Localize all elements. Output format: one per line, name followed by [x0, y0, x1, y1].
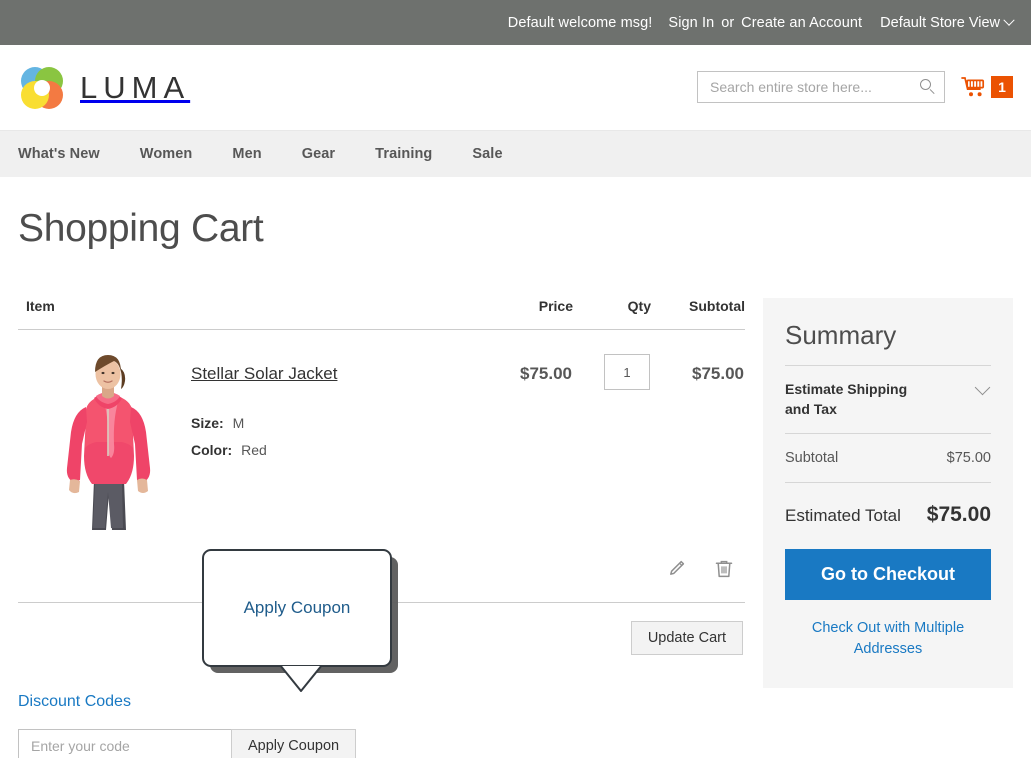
- cart-item-count: 1: [991, 76, 1013, 98]
- create-account-link[interactable]: Create an Account: [741, 15, 862, 31]
- quantity-input[interactable]: [604, 354, 650, 390]
- column-header-qty: Qty: [573, 298, 651, 330]
- top-panel: Default welcome msg! Sign In or Create a…: [0, 0, 1031, 45]
- cart-table-head: Item Price Qty Subtotal: [18, 298, 745, 330]
- page-root: Default welcome msg! Sign In or Create a…: [0, 0, 1031, 758]
- multiple-addresses-link[interactable]: Check Out with Multiple Addresses: [785, 618, 991, 660]
- column-header-subtotal: Subtotal: [651, 298, 745, 330]
- main-navigation: What's New Women Men Gear Training Sale: [0, 130, 1031, 177]
- apply-coupon-button[interactable]: Apply Coupon: [231, 729, 357, 758]
- apply-coupon-callout: Apply Coupon: [202, 549, 392, 692]
- summary-total-label: Estimated Total: [785, 506, 901, 526]
- cart-item-qty-cell: [573, 330, 651, 531]
- search-icon[interactable]: [920, 79, 936, 95]
- chevron-down-icon: [1003, 14, 1015, 26]
- search-box[interactable]: [697, 71, 945, 103]
- option-value-color: Red: [241, 442, 267, 459]
- coupon-code-input[interactable]: [18, 729, 231, 758]
- nav-item-women[interactable]: Women: [140, 146, 193, 162]
- summary-subtotal-value: $75.00: [946, 450, 991, 467]
- discount-codes-toggle[interactable]: Discount Codes: [18, 693, 745, 711]
- shopping-cart-icon[interactable]: [961, 76, 987, 98]
- cart-item-price: $75.00: [520, 364, 572, 383]
- discount-codes-block: Discount Codes Apply Coupon: [18, 693, 745, 758]
- or-separator: or: [721, 14, 735, 31]
- search-input[interactable]: [708, 78, 920, 96]
- store-view-label: Default Store View: [880, 14, 1000, 31]
- main-content: Shopping Cart Item Price Qty Subtotal St…: [0, 207, 1031, 758]
- product-name-link[interactable]: Stellar Solar Jacket: [191, 364, 337, 383]
- table-row: Stellar Solar Jacket Size: M Color: Red …: [18, 330, 745, 531]
- page-title: Shopping Cart: [18, 207, 264, 250]
- luma-logo-icon: [18, 64, 66, 112]
- nav-item-whats-new[interactable]: What's New: [18, 146, 100, 162]
- logo-link[interactable]: LUMA: [18, 64, 190, 112]
- cart-column: Item Price Qty Subtotal Stellar Solar Ja…: [18, 298, 745, 758]
- cart-item-cell: Stellar Solar Jacket Size: M Color: Red: [18, 330, 477, 530]
- nav-item-training[interactable]: Training: [375, 146, 432, 162]
- nav-item-men[interactable]: Men: [232, 146, 261, 162]
- product-options: Size: M Color: Red: [191, 410, 337, 465]
- callout-pointer-icon: [279, 664, 323, 695]
- cart-table-body: Stellar Solar Jacket Size: M Color: Red …: [18, 330, 745, 531]
- sign-in-link[interactable]: Sign In: [668, 15, 714, 31]
- option-label-color: Color:: [191, 442, 233, 459]
- chevron-down-icon: [974, 379, 991, 396]
- cart-item-subtotal: $75.00: [692, 364, 744, 383]
- estimate-shipping-tax-toggle[interactable]: Estimate Shipping and Tax: [785, 366, 991, 433]
- discount-form: Apply Coupon: [18, 729, 745, 758]
- summary-subtotal-row: Subtotal $75.00: [785, 434, 991, 482]
- product-option-color: Color: Red: [191, 437, 337, 464]
- order-summary-panel: Summary Estimate Shipping and Tax Subtot…: [763, 298, 1013, 689]
- logo-text: LUMA: [80, 69, 191, 105]
- column-header-item: Item: [18, 298, 477, 330]
- callout-label: Apply Coupon: [243, 598, 351, 617]
- cart-items-table: Item Price Qty Subtotal Stellar Solar Ja…: [18, 298, 745, 530]
- nav-item-gear[interactable]: Gear: [302, 146, 335, 162]
- update-cart-button[interactable]: Update Cart: [630, 621, 743, 655]
- option-label-size: Size:: [191, 415, 224, 431]
- summary-subtotal-label: Subtotal: [785, 450, 839, 467]
- go-to-checkout-button[interactable]: Go to Checkout: [785, 549, 991, 601]
- estimate-shipping-tax-label: Estimate Shipping and Tax: [785, 381, 908, 417]
- edit-icon[interactable]: [665, 558, 687, 580]
- welcome-message: Default welcome msg!: [507, 14, 653, 31]
- product-option-size: Size: M: [191, 410, 337, 437]
- product-info: Stellar Solar Jacket Size: M Color: Red: [191, 352, 337, 530]
- column-header-price: Price: [477, 298, 573, 330]
- minicart[interactable]: 1: [961, 76, 1013, 98]
- summary-column: Summary Estimate Shipping and Tax Subtot…: [763, 298, 1013, 689]
- cart-layout: Item Price Qty Subtotal Stellar Solar Ja…: [18, 298, 1013, 758]
- summary-total-row: Estimated Total $75.00: [785, 483, 991, 549]
- summary-title: Summary: [785, 320, 897, 350]
- summary-total-value: $75.00: [926, 503, 991, 527]
- store-view-switcher[interactable]: Default Store View: [880, 14, 1015, 31]
- site-header: LUMA 1: [0, 45, 1031, 130]
- header-right-tools: 1: [697, 71, 1013, 103]
- nav-item-sale[interactable]: Sale: [472, 146, 502, 162]
- option-value-size: M: [232, 415, 245, 431]
- product-image[interactable]: [26, 352, 191, 530]
- cart-header-row: Item Price Qty Subtotal: [18, 298, 745, 330]
- delete-icon[interactable]: [713, 558, 735, 580]
